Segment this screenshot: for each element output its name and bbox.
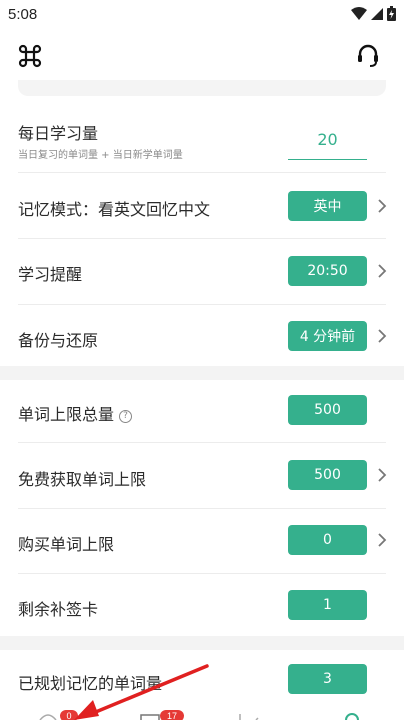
tab-badge: 17 bbox=[160, 710, 184, 720]
planned-words-row: 已规划记忆的单词量 3 bbox=[0, 650, 404, 702]
daily-amount-row[interactable]: 每日学习量 当日复习的单词量 + 当日新学单词量 20 bbox=[0, 110, 404, 172]
chevron-right-icon bbox=[378, 199, 387, 213]
top-card-edge bbox=[18, 80, 386, 96]
buy-limit-row[interactable]: 购买单词上限 0 bbox=[0, 509, 404, 573]
daily-amount-underline bbox=[288, 159, 367, 160]
word-limit-total-label: 单词上限总量? bbox=[18, 401, 133, 425]
tab-profile-icon[interactable] bbox=[344, 712, 360, 720]
makeup-cards-row: 剩余补签卡 1 bbox=[0, 574, 404, 636]
status-time: 5:08 bbox=[8, 6, 38, 23]
word-limit-total-value: 500 bbox=[288, 395, 367, 425]
command-icon[interactable] bbox=[16, 42, 44, 70]
tab-badge: 0 bbox=[60, 710, 78, 720]
backup-button[interactable]: 4 分钟前 bbox=[288, 321, 367, 351]
daily-amount-input[interactable]: 20 bbox=[288, 130, 367, 149]
chevron-right-icon bbox=[378, 468, 387, 482]
planned-words-value: 3 bbox=[288, 664, 367, 694]
makeup-cards-label: 剩余补签卡 bbox=[18, 600, 99, 619]
chevron-right-icon bbox=[378, 533, 387, 547]
tab-message-icon[interactable] bbox=[140, 714, 160, 720]
section-gap bbox=[0, 366, 404, 380]
status-bar: 5:08 bbox=[0, 0, 404, 30]
planned-words-label: 已规划记忆的单词量 bbox=[18, 674, 163, 693]
makeup-cards-value: 1 bbox=[288, 590, 367, 620]
daily-amount-label: 每日学习量 bbox=[18, 124, 99, 143]
headset-icon[interactable] bbox=[354, 42, 382, 70]
backup-row[interactable]: 备份与还原 4 分钟前 bbox=[0, 305, 404, 368]
wifi-icon bbox=[351, 7, 367, 20]
memory-mode-label: 记忆模式：看英文回忆中文 bbox=[18, 200, 211, 219]
reminder-button[interactable]: 20:50 bbox=[288, 256, 367, 286]
reminder-label: 学习提醒 bbox=[18, 265, 83, 284]
tab-center-icon[interactable] bbox=[230, 714, 260, 720]
signal-icon bbox=[371, 7, 383, 20]
bottom-tab-bar: 0 17 bbox=[0, 702, 404, 720]
tab-home-icon[interactable] bbox=[38, 712, 58, 720]
battery-icon bbox=[387, 6, 396, 21]
backup-label: 备份与还原 bbox=[18, 331, 99, 350]
screen: 5:08 每日学习量 当日复习的单词量 + 当日新学单词量 20 记忆模式：看英… bbox=[0, 0, 404, 720]
buy-limit-button[interactable]: 0 bbox=[288, 525, 367, 555]
help-icon[interactable]: ? bbox=[119, 410, 133, 423]
chevron-right-icon bbox=[378, 329, 387, 343]
status-icons bbox=[351, 6, 396, 21]
free-limit-row[interactable]: 免费获取单词上限 500 bbox=[0, 443, 404, 508]
reminder-row[interactable]: 学习提醒 20:50 bbox=[0, 239, 404, 304]
section-gap bbox=[0, 636, 404, 650]
app-header bbox=[0, 30, 404, 82]
memory-mode-row[interactable]: 记忆模式：看英文回忆中文 英中 bbox=[0, 173, 404, 238]
free-limit-label: 免费获取单词上限 bbox=[18, 470, 147, 489]
free-limit-button[interactable]: 500 bbox=[288, 460, 367, 490]
chevron-right-icon bbox=[378, 264, 387, 278]
daily-amount-hint: 当日复习的单词量 + 当日新学单词量 bbox=[18, 150, 183, 161]
memory-mode-button[interactable]: 英中 bbox=[288, 191, 367, 221]
buy-limit-label: 购买单词上限 bbox=[18, 535, 115, 554]
word-limit-total-row: 单词上限总量? 500 bbox=[0, 380, 404, 442]
